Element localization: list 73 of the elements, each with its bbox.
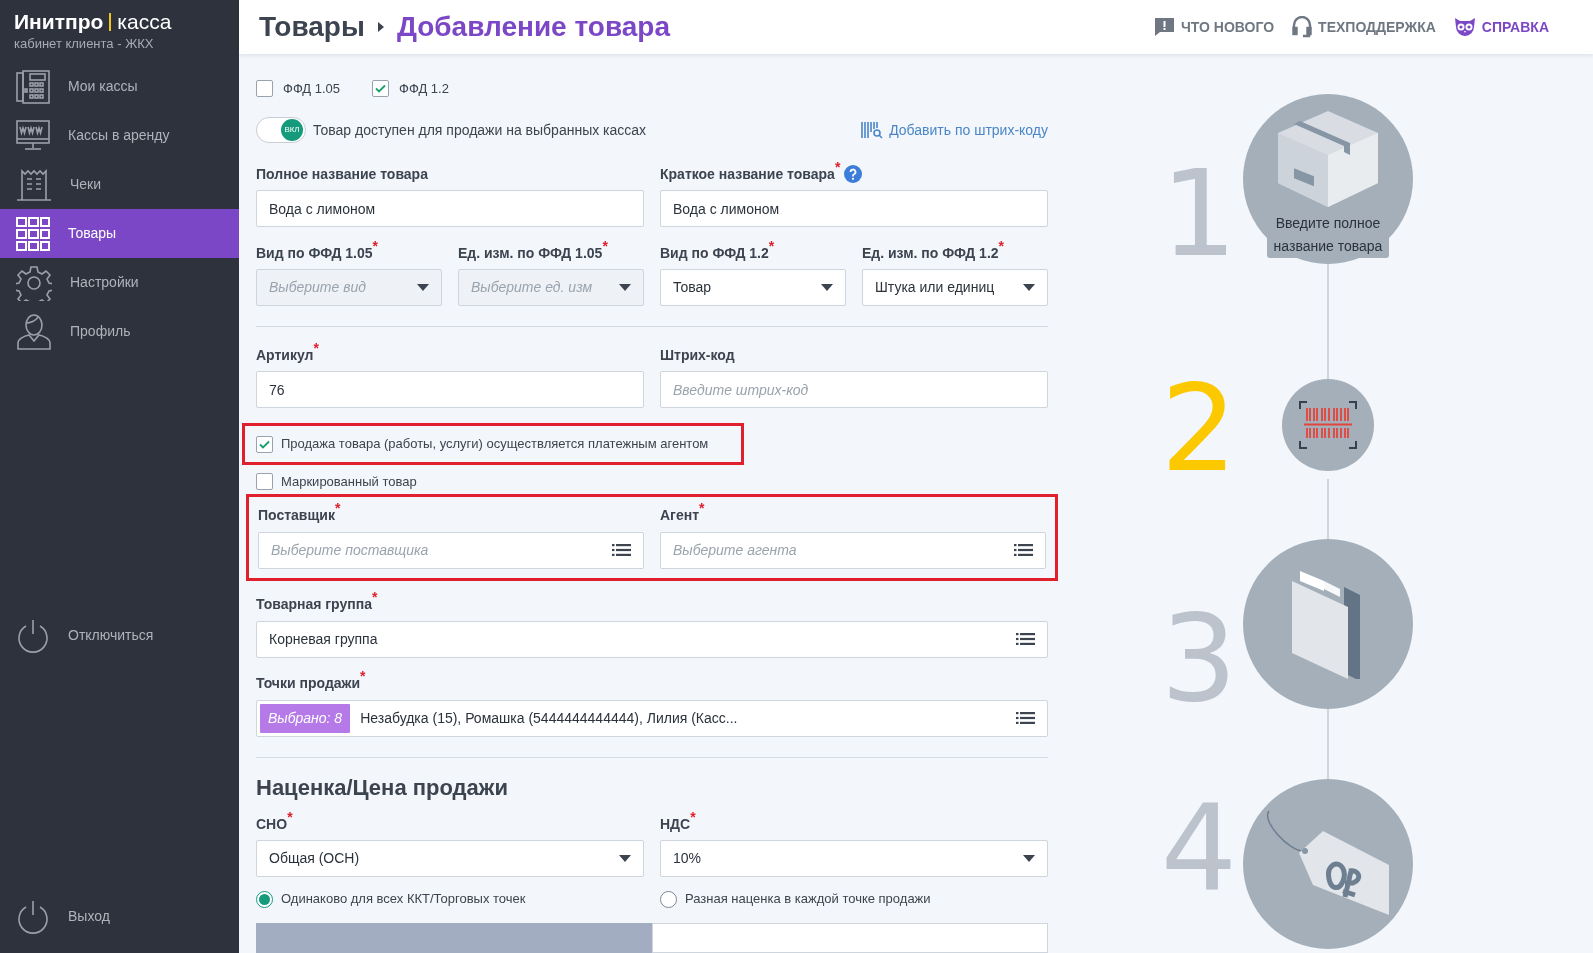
brand-subtitle: кабинет клиента - ЖКХ bbox=[14, 36, 155, 52]
checkbox-label: Маркированный товар bbox=[281, 472, 417, 491]
text-field[interactable]: Введите штрих-код bbox=[660, 371, 1048, 409]
count-badge: Выбрано: 8 bbox=[260, 703, 351, 733]
page-title: Добавление товара bbox=[396, 10, 670, 44]
barcode-link[interactable]: Добавить по штрих-коду bbox=[861, 120, 1048, 141]
cash-register-icon bbox=[16, 69, 50, 104]
toggle-switch[interactable]: ВКЛ bbox=[256, 117, 306, 144]
toggle-label: Товар доступен для продажи на выбранных кассах bbox=[313, 121, 647, 140]
picker-field[interactable]: Корневая группа bbox=[256, 620, 1048, 658]
box-icon bbox=[1276, 109, 1380, 209]
caret-icon bbox=[821, 284, 833, 292]
barcode-search-icon bbox=[861, 121, 884, 140]
settings-icon bbox=[16, 264, 52, 301]
message-alert-icon bbox=[1153, 17, 1175, 37]
header-link[interactable]: ТЕХПОДДЕРЖКА bbox=[1292, 16, 1436, 38]
dropdown[interactable]: Общая (ОСН) bbox=[256, 840, 644, 878]
power-icon bbox=[16, 899, 50, 934]
sidebar-item[interactable]: Товары bbox=[0, 209, 239, 258]
section-heading: Наценка/Цена продажи bbox=[256, 774, 509, 803]
text-field[interactable]: Вода с лимоном bbox=[660, 190, 1048, 228]
checkbox[interactable] bbox=[256, 80, 273, 98]
caret-icon bbox=[619, 855, 631, 863]
radio-label: Одинаково для всех ККТ/Торговых точек bbox=[281, 890, 526, 909]
list-icon bbox=[612, 544, 631, 556]
text-field[interactable]: 76 bbox=[256, 371, 644, 409]
barcode-icon bbox=[1298, 400, 1358, 450]
sidebar-item[interactable]: Профиль bbox=[0, 307, 239, 356]
caret-icon bbox=[417, 284, 429, 292]
power-icon bbox=[16, 618, 50, 653]
toggle-knob: ВКЛ bbox=[281, 119, 303, 142]
checkbox[interactable] bbox=[372, 80, 390, 98]
caret-icon bbox=[1023, 284, 1035, 292]
radio-button[interactable] bbox=[660, 890, 677, 908]
receipt-icon bbox=[16, 167, 52, 202]
dropdown[interactable]: 10% bbox=[660, 840, 1048, 878]
caret-icon bbox=[619, 284, 631, 292]
sidebar-item[interactable]: Настройки bbox=[0, 258, 239, 307]
step-number: 2 bbox=[1159, 379, 1237, 479]
radio-label: Разная наценка в каждой точке продажи bbox=[685, 890, 931, 909]
monitor-icon bbox=[16, 119, 50, 152]
list-icon bbox=[1016, 633, 1035, 645]
list-icon bbox=[1016, 712, 1035, 724]
breadcrumb-link[interactable]: Товары bbox=[259, 6, 365, 48]
picker-field[interactable]: Выбрано: 8 Незабудка (15), Ромашка (5444444444444), Лилия (Касс... bbox=[256, 699, 1048, 737]
dropdown[interactable]: Штука или единиц bbox=[862, 269, 1048, 307]
headset-icon bbox=[1292, 16, 1313, 38]
owl-icon bbox=[1453, 17, 1476, 37]
brand-logo: Инитпро касса bbox=[14, 9, 173, 35]
dropdown[interactable]: Товар bbox=[660, 269, 846, 307]
checkbox-label: ФФД 1.05 bbox=[283, 80, 341, 99]
check-icon bbox=[259, 439, 270, 449]
chevron-icon bbox=[376, 22, 385, 32]
sidebar-item[interactable]: Кассы в аренду bbox=[0, 111, 239, 160]
radio-button[interactable] bbox=[256, 890, 273, 908]
sidebar-item[interactable]: Отключиться bbox=[0, 611, 239, 660]
header-link[interactable]: СПРАВКА bbox=[1453, 16, 1549, 38]
check-icon bbox=[375, 84, 387, 94]
list-icon bbox=[1014, 544, 1033, 556]
header-link[interactable]: ЧТО НОВОГО bbox=[1153, 16, 1275, 38]
caret-icon bbox=[1023, 855, 1035, 863]
sidebar-item[interactable]: Выход bbox=[0, 892, 239, 941]
sidebar-item[interactable]: Мои кассы bbox=[0, 62, 239, 111]
field-label: Полное название товара bbox=[256, 164, 428, 184]
grid-icon bbox=[16, 216, 50, 251]
checkbox[interactable] bbox=[256, 473, 273, 491]
checkbox-label: Продажа товара (работы, услуги) осуществляется платежным агентом bbox=[281, 435, 709, 454]
text-field[interactable]: Вода с лимоном bbox=[256, 190, 644, 228]
checkbox[interactable] bbox=[256, 435, 273, 453]
field-label: Штрих-код bbox=[660, 345, 735, 365]
checkbox-label: ФФД 1.2 bbox=[399, 80, 449, 99]
sidebar-item[interactable]: Чеки bbox=[0, 160, 239, 209]
person-icon bbox=[16, 313, 52, 350]
